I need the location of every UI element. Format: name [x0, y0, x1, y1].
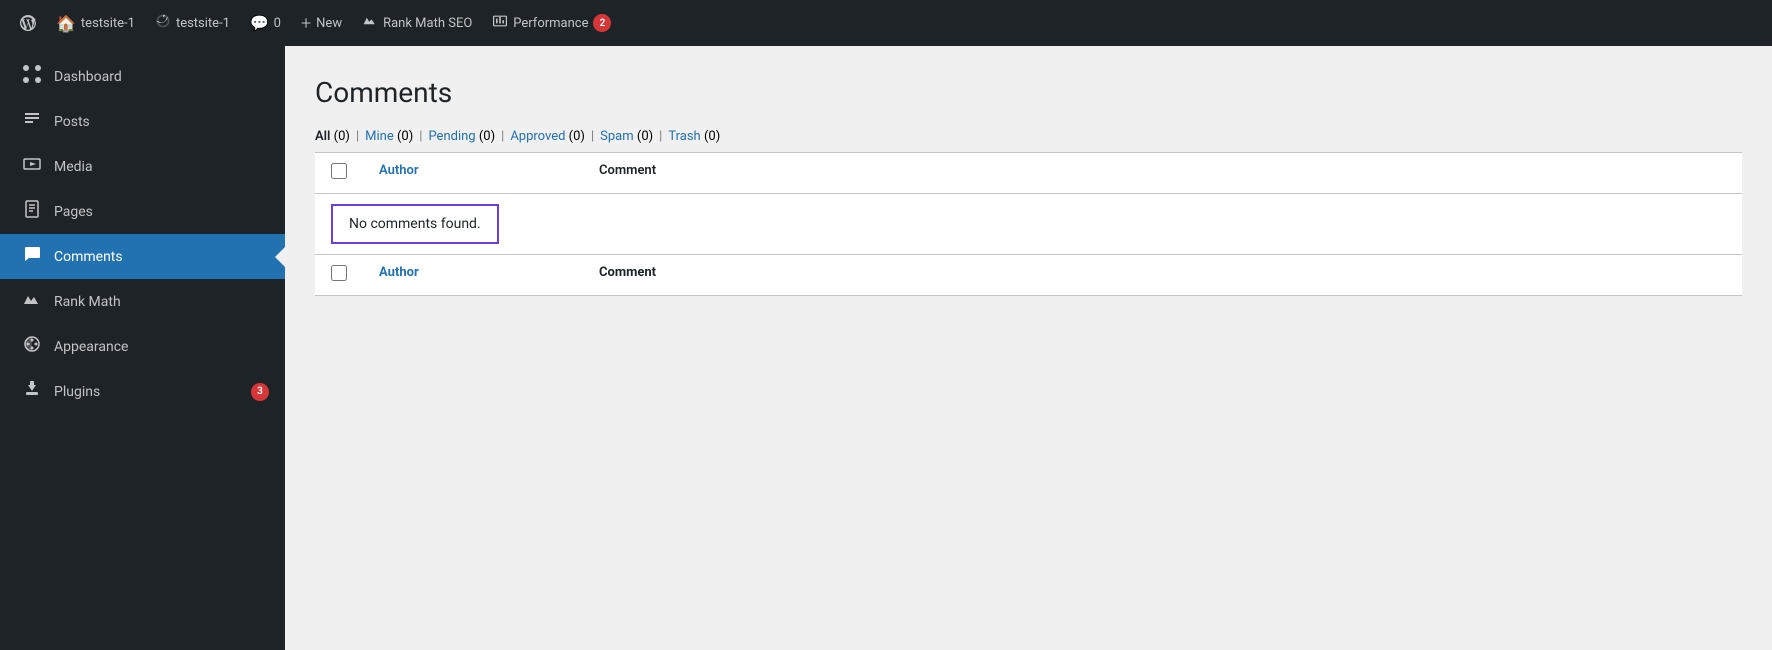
plugins-icon — [20, 379, 44, 404]
table-header-row: Author Comment — [315, 153, 1742, 194]
sidebar-item-rankmath[interactable]: Rank Math — [0, 279, 285, 324]
comment-column-label: Comment — [599, 163, 656, 178]
site-name: testsite-1 — [81, 16, 135, 31]
tfoot-author: Author — [363, 255, 583, 296]
rankmath-icon — [362, 13, 378, 33]
appearance-icon — [20, 334, 44, 359]
sidebar-pages-label: Pages — [54, 204, 269, 220]
plus-icon: + — [301, 13, 311, 34]
sidebar-item-dashboard[interactable]: Dashboard — [0, 54, 285, 99]
sidebar-dashboard-label: Dashboard — [54, 69, 269, 85]
filter-pending[interactable]: Pending — [428, 129, 475, 144]
performance-icon — [492, 13, 508, 33]
page-title: Comments — [315, 76, 1742, 109]
sidebar-media-label: Media — [54, 159, 269, 175]
posts-icon — [20, 109, 44, 134]
author-footer-link[interactable]: Author — [379, 265, 419, 280]
new-content-button[interactable]: + New — [293, 0, 350, 46]
new-label: New — [316, 16, 342, 31]
media-icon — [20, 154, 44, 179]
sidebar-rankmath-label: Rank Math — [54, 294, 269, 310]
sidebar-appearance-label: Appearance — [54, 339, 269, 355]
filter-all[interactable]: All — [315, 129, 330, 144]
main-layout: Dashboard Posts Media Pages — [0, 46, 1772, 650]
rankmath-sidebar-icon — [20, 289, 44, 314]
comments-link[interactable]: 💬 0 — [242, 0, 289, 46]
dashboard-icon — [20, 64, 44, 89]
no-comments-message: No comments found. — [331, 204, 499, 244]
no-comments-row: No comments found. — [315, 194, 1742, 255]
th-comment: Comment — [583, 153, 1742, 194]
refresh-icon — [155, 13, 171, 33]
plugins-badge: 3 — [251, 383, 269, 401]
sidebar-item-pages[interactable]: Pages — [0, 189, 285, 234]
admin-bar: 🏠 testsite-1 testsite-1 💬 0 + New Rank M… — [0, 0, 1772, 46]
comments-sidebar-icon — [20, 244, 44, 269]
wp-logo-button[interactable] — [12, 7, 44, 39]
author-column-link[interactable]: Author — [379, 163, 419, 178]
sidebar-plugins-label: Plugins — [54, 384, 241, 400]
sidebar-item-plugins[interactable]: Plugins 3 — [0, 369, 285, 414]
updates-count: testsite-1 — [176, 16, 230, 31]
site-link[interactable]: 🏠 testsite-1 — [48, 0, 143, 46]
sidebar-item-comments[interactable]: Comments — [0, 234, 285, 279]
comments-count: 0 — [274, 16, 281, 31]
comment-icon: 💬 — [250, 14, 269, 32]
tfoot-checkbox — [315, 255, 363, 296]
updates-link[interactable]: testsite-1 — [147, 0, 238, 46]
performance-label: Performance — [513, 16, 588, 31]
th-author: Author — [363, 153, 583, 194]
comments-table: Author Comment No comments found. — [315, 152, 1742, 296]
main-content: Comments All (0) | Mine (0) | Pending (0… — [285, 46, 1772, 650]
sidebar-item-posts[interactable]: Posts — [0, 99, 285, 144]
select-all-footer-checkbox[interactable] — [331, 265, 347, 281]
home-icon: 🏠 — [56, 14, 76, 33]
tfoot-comment: Comment — [583, 255, 1742, 296]
pages-icon — [20, 199, 44, 224]
performance-link[interactable]: Performance 2 — [484, 0, 619, 46]
table-footer-row: Author Comment — [315, 255, 1742, 296]
sidebar-posts-label: Posts — [54, 114, 269, 130]
sidebar-comments-label: Comments — [54, 249, 269, 265]
performance-badge: 2 — [593, 14, 611, 32]
filter-mine[interactable]: Mine — [365, 129, 394, 144]
rankmath-seo-link[interactable]: Rank Math SEO — [354, 0, 480, 46]
filter-trash[interactable]: Trash — [668, 129, 700, 144]
sidebar-item-appearance[interactable]: Appearance — [0, 324, 285, 369]
no-comments-cell: No comments found. — [315, 194, 1742, 255]
th-checkbox — [315, 153, 363, 194]
select-all-checkbox[interactable] — [331, 163, 347, 179]
rankmath-label: Rank Math SEO — [383, 16, 472, 31]
sidebar: Dashboard Posts Media Pages — [0, 46, 285, 650]
filter-spam[interactable]: Spam — [600, 129, 634, 144]
comment-footer-label: Comment — [599, 265, 656, 280]
filter-bar: All (0) | Mine (0) | Pending (0) | Appro… — [315, 129, 1742, 144]
filter-approved[interactable]: Approved — [510, 129, 565, 144]
sidebar-item-media[interactable]: Media — [0, 144, 285, 189]
